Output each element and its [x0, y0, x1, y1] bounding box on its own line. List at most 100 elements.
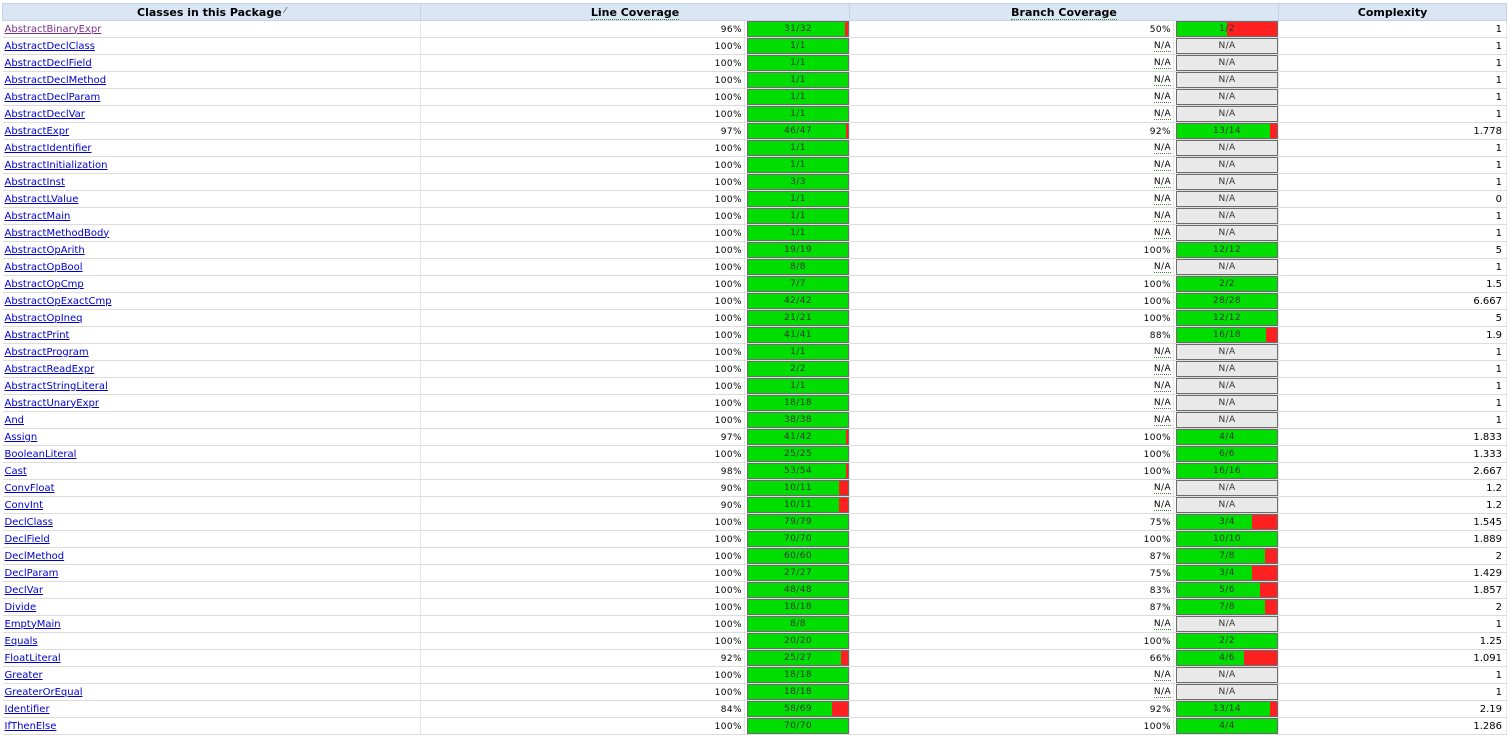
class-link[interactable]: Cast: [5, 466, 27, 477]
class-link[interactable]: ConvFloat: [5, 483, 55, 494]
class-link[interactable]: AbstractStringLiteral: [5, 381, 108, 392]
branch-coverage-percent-cell: 75%: [849, 513, 1174, 531]
class-link[interactable]: FloatLiteral: [5, 653, 61, 664]
class-link[interactable]: AbstractDeclField: [5, 58, 92, 69]
line-coverage-bar-cell: 7/7: [744, 275, 850, 293]
line-coverage-ratio: 27/27: [784, 568, 812, 578]
column-header-line-coverage[interactable]: Line Coverage: [420, 3, 850, 21]
line-coverage-percent: 100%: [714, 313, 742, 324]
class-link[interactable]: AbstractReadExpr: [5, 364, 95, 375]
branch-coverage-bar-cell: 2/2: [1173, 275, 1279, 293]
line-coverage-percent-cell: 100%: [420, 598, 745, 616]
complexity-value: 1: [1495, 57, 1502, 69]
class-link[interactable]: ConvInt: [5, 500, 44, 511]
branch-coverage-ratio: 7/8: [1219, 551, 1235, 561]
column-header-complexity[interactable]: Complexity: [1278, 3, 1507, 21]
class-link[interactable]: AbstractInitialization: [5, 160, 108, 171]
class-link[interactable]: Assign: [5, 432, 38, 443]
complexity-value: 1: [1495, 23, 1502, 35]
class-name-cell: AbstractExpr: [2, 122, 421, 140]
class-link[interactable]: AbstractMain: [5, 211, 71, 222]
branch-coverage-percent-cell: N/A: [849, 496, 1174, 514]
class-link[interactable]: DeclVar: [5, 585, 43, 596]
class-link[interactable]: AbstractPrint: [5, 330, 70, 341]
line-coverage-bar-cell: 8/8: [744, 258, 850, 276]
branch-coverage-bar-cell: N/A: [1173, 139, 1279, 157]
class-link[interactable]: AbstractLValue: [5, 194, 79, 205]
branch-coverage-percent: 75%: [1149, 517, 1171, 528]
class-link[interactable]: AbstractProgram: [5, 347, 89, 358]
class-link[interactable]: AbstractDeclClass: [5, 41, 95, 52]
class-link[interactable]: AbstractExpr: [5, 126, 70, 137]
line-coverage-ratio: 79/79: [784, 517, 812, 527]
line-coverage-percent: 100%: [714, 534, 742, 545]
class-link[interactable]: And: [5, 415, 25, 426]
class-link[interactable]: AbstractOpCmp: [5, 279, 84, 290]
class-link[interactable]: AbstractDeclParam: [5, 92, 101, 103]
branch-coverage-bar: 16/18: [1176, 327, 1278, 343]
complexity-value: 1: [1495, 397, 1502, 409]
line-coverage-bar-cell: 20/20: [744, 632, 850, 650]
complexity-header-label[interactable]: Complexity: [1358, 6, 1428, 19]
class-link[interactable]: EmptyMain: [5, 619, 61, 630]
class-link[interactable]: AbstractUnaryExpr: [5, 398, 100, 409]
class-link[interactable]: Divide: [5, 602, 37, 613]
table-row: Greater 100% 18/18 N/A N/A 1: [2, 666, 1507, 684]
line-coverage-ratio: 46/47: [784, 126, 812, 136]
branch-coverage-percent: N/A: [1153, 670, 1171, 681]
class-link[interactable]: AbstractMethodBody: [5, 228, 110, 239]
class-link[interactable]: Equals: [5, 636, 38, 647]
class-link[interactable]: DeclField: [5, 534, 50, 545]
line-coverage-percent-cell: 84%: [420, 700, 745, 718]
line-coverage-percent: 100%: [714, 670, 742, 681]
branch-coverage-bar: 4/6: [1176, 650, 1278, 666]
class-link[interactable]: AbstractOpArith: [5, 245, 85, 256]
class-link[interactable]: IfThenElse: [5, 721, 57, 732]
class-link[interactable]: AbstractOpExactCmp: [5, 296, 112, 307]
line-coverage-percent-cell: 100%: [420, 666, 745, 684]
complexity-cell: 1: [1278, 71, 1507, 89]
line-coverage-header-label[interactable]: Line Coverage: [590, 5, 680, 20]
class-link[interactable]: Greater: [5, 670, 43, 681]
complexity-cell: 6.667: [1278, 292, 1507, 310]
line-coverage-bar-cell: 41/41: [744, 326, 850, 344]
branch-coverage-bar: N/A: [1176, 616, 1278, 632]
table-row: BooleanLiteral 100% 25/25 100% 6/6 1.333: [2, 445, 1507, 463]
line-coverage-ratio: 1/1: [790, 347, 806, 357]
table-row: Divide 100% 18/18 87% 7/8 2: [2, 598, 1507, 616]
column-header-classes[interactable]: Classes in this Package ⁄: [2, 3, 421, 21]
class-link[interactable]: Identifier: [5, 704, 50, 715]
line-coverage-percent-cell: 100%: [420, 394, 745, 412]
branch-coverage-header-label[interactable]: Branch Coverage: [1011, 5, 1117, 20]
line-coverage-bar-cell: 1/1: [744, 88, 850, 106]
branch-coverage-bar-cell: N/A: [1173, 479, 1279, 497]
column-header-branch-coverage[interactable]: Branch Coverage: [849, 3, 1279, 21]
line-coverage-ratio: 18/18: [784, 398, 812, 408]
class-link[interactable]: AbstractInst: [5, 177, 65, 188]
branch-coverage-bar: N/A: [1176, 55, 1278, 71]
class-link[interactable]: GreaterOrEqual: [5, 687, 83, 698]
line-coverage-bar-cell: 1/1: [744, 156, 850, 174]
class-link[interactable]: BooleanLiteral: [5, 449, 77, 460]
table-row: Identifier 84% 58/69 92% 13/14 2.19: [2, 700, 1507, 718]
branch-coverage-bar: N/A: [1176, 480, 1278, 496]
class-link[interactable]: AbstractOpBool: [5, 262, 83, 273]
class-name-cell: AbstractDeclField: [2, 54, 421, 72]
class-name-cell: Cast: [2, 462, 421, 480]
class-link[interactable]: DeclParam: [5, 568, 59, 579]
class-link[interactable]: AbstractBinaryExpr: [5, 24, 102, 35]
table-row: AbstractInitialization 100% 1/1 N/A N/A 1: [2, 156, 1507, 174]
class-link[interactable]: DeclClass: [5, 517, 53, 528]
line-coverage-bar-cell: 1/1: [744, 54, 850, 72]
classes-header-label[interactable]: Classes in this Package: [137, 6, 282, 19]
branch-coverage-percent: 100%: [1143, 432, 1171, 443]
class-link[interactable]: AbstractIdentifier: [5, 143, 92, 154]
class-link[interactable]: AbstractOpIneq: [5, 313, 83, 324]
class-link[interactable]: DeclMethod: [5, 551, 65, 562]
line-coverage-percent: 96%: [720, 24, 742, 35]
class-link[interactable]: AbstractDeclMethod: [5, 75, 107, 86]
class-link[interactable]: AbstractDeclVar: [5, 109, 85, 120]
class-name-cell: ConvInt: [2, 496, 421, 514]
line-coverage-bar: 18/18: [747, 667, 849, 683]
complexity-cell: 2.19: [1278, 700, 1507, 718]
